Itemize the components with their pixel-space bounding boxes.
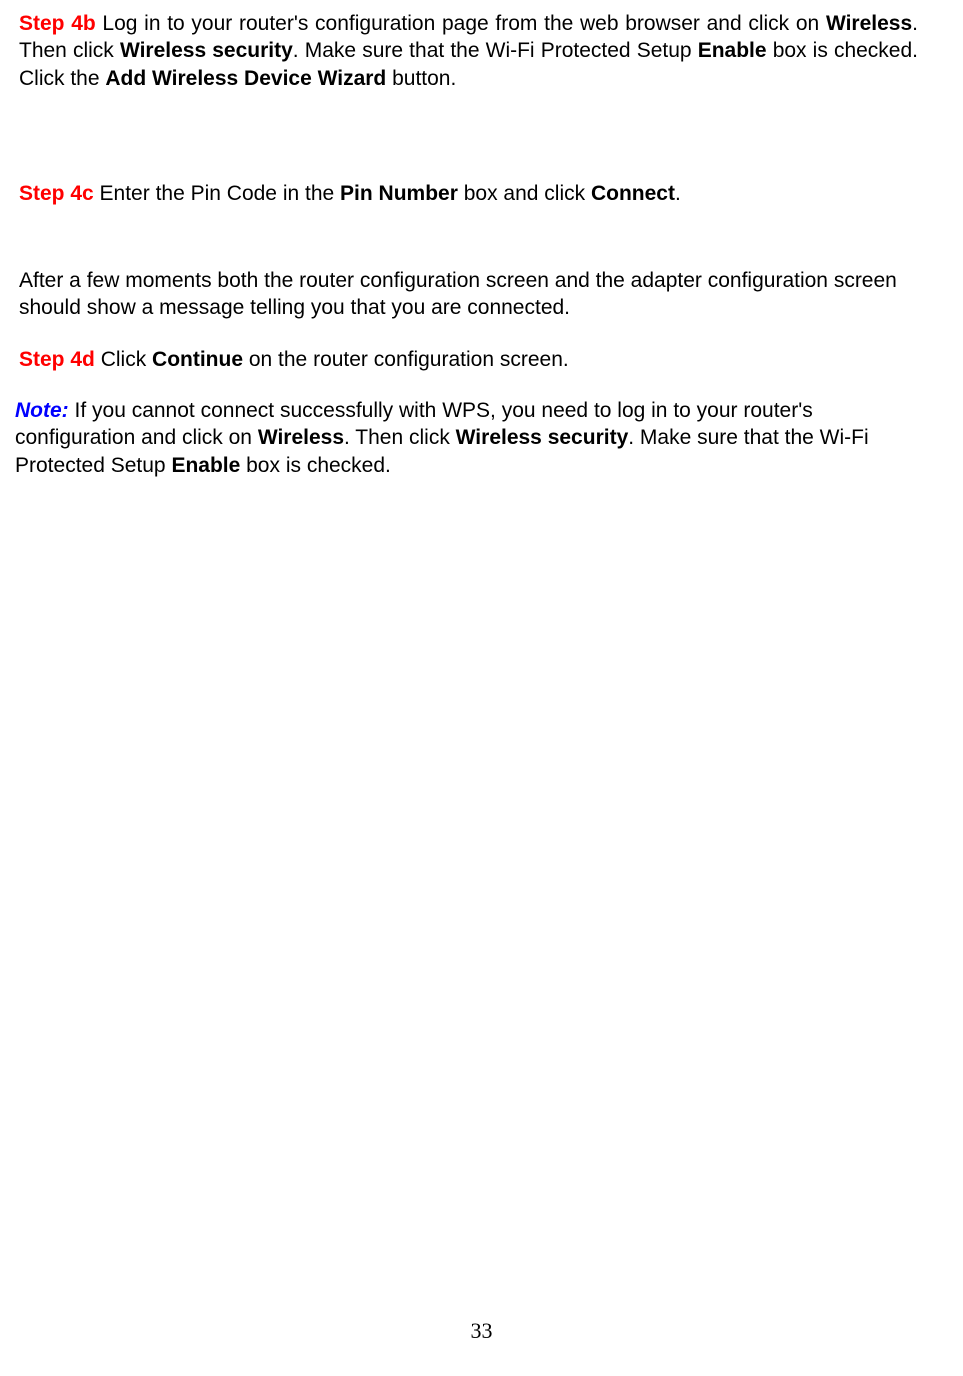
text: . Then click xyxy=(344,426,456,449)
step-4d-label: Step 4d xyxy=(19,348,95,371)
bold-wireless2: Wireless xyxy=(258,426,344,449)
bold-enable: Enable xyxy=(698,39,767,62)
bold-continue: Continue xyxy=(152,348,243,371)
bold-wireless-security: Wireless security xyxy=(120,39,293,62)
text: . xyxy=(675,182,681,205)
bold-add-wizard: Add Wireless Device Wizard xyxy=(105,67,386,90)
bold-pin-number: Pin Number xyxy=(340,182,458,205)
text: button. xyxy=(386,67,456,90)
bold-enable2: Enable xyxy=(171,454,240,477)
text: Enter the Pin Code in the xyxy=(94,182,340,205)
step-4c-label: Step 4c xyxy=(19,182,94,205)
step-4b-label: Step 4b xyxy=(19,12,96,35)
after-paragraph: After a few moments both the router conf… xyxy=(19,267,918,322)
note-paragraph: Note: If you cannot connect successfully… xyxy=(15,397,918,479)
text: box and click xyxy=(458,182,591,205)
step-4c-paragraph: Step 4c Enter the Pin Code in the Pin Nu… xyxy=(19,180,918,207)
bold-wireless-security2: Wireless security xyxy=(456,426,629,449)
text: After a few moments both the router conf… xyxy=(19,269,897,319)
step-4b-paragraph: Step 4b Log in to your router's configur… xyxy=(19,10,918,92)
page-number: 33 xyxy=(0,1317,963,1346)
text: on the router configuration screen. xyxy=(243,348,569,371)
bold-wireless: Wireless xyxy=(826,12,912,35)
text: Click xyxy=(95,348,152,371)
step-4d-paragraph: Step 4d Click Continue on the router con… xyxy=(19,346,918,373)
bold-connect: Connect xyxy=(591,182,675,205)
note-label: Note: xyxy=(15,399,69,422)
text: box is checked. xyxy=(240,454,391,477)
text: . Make sure that the Wi-Fi Protected Set… xyxy=(293,39,698,62)
text: Log in to your router's configuration pa… xyxy=(96,12,826,35)
